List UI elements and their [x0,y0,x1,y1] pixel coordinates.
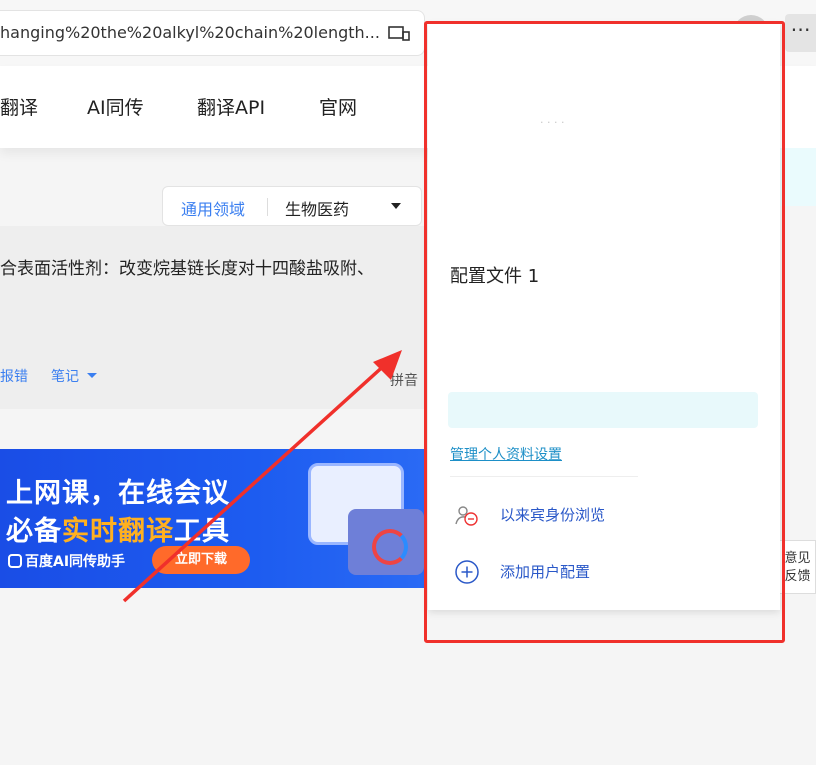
feedback-button[interactable]: 意见 反馈 [779,540,816,594]
url-text: hanging%20the%20alkyl%20chain%20length..… [0,23,380,42]
promo-banner[interactable]: 上网课，在线会议 必备实时翻译工具 百度AI同传助手 立即下载 [0,449,425,588]
panel-faint-text: · · · · [540,116,565,129]
profile-title: 配置文件 1 [450,266,540,287]
sync-button[interactable] [448,392,758,428]
notes-dropdown[interactable]: 笔记 [51,366,79,386]
add-profile-item[interactable]: 添加用户配置 [450,555,750,589]
domain-general[interactable]: 通用领域 [181,196,245,220]
download-button[interactable]: 立即下载 [152,546,250,574]
banner-brand: 百度AI同传助手 [8,551,125,571]
source-text: 合表面活性剂：改变烷基链长度对十四酸盐吸附、 [0,259,374,279]
banner-brand-label: 百度AI同传助手 [25,554,126,570]
add-profile-label: 添加用户配置 [500,563,591,581]
feedback-line1: 意见 [784,551,811,566]
page-edge-decoration [780,148,816,206]
immersive-reader-icon[interactable] [388,25,410,43]
brand-logo-icon [8,554,22,568]
nav-item-translate[interactable]: 翻译 [0,93,38,120]
banner-sub-pre: 必备 [6,516,62,547]
feedback-line2: 反馈 [784,569,811,584]
caret-down-icon[interactable] [87,373,97,378]
profile-flyout: · · · · 配置文件 1 管理个人资料设置 以来宾身份浏览 添加用户配置 [428,24,780,610]
more-menu-icon[interactable]: ⋯ [785,14,816,52]
address-bar[interactable]: hanging%20the%20alkyl%20chain%20length..… [0,10,425,56]
banner-headline: 上网课，在线会议 [6,478,230,509]
panel-divider [450,476,638,477]
domain-selector[interactable]: 通用领域 生物医药 [162,186,422,226]
domain-selected[interactable]: 生物医药 [285,196,349,220]
banner-sub-highlight: 实时翻译 [62,516,174,547]
source-text-area[interactable]: 合表面活性剂：改变烷基链长度对十四酸盐吸附、 报错 笔记 拼音 [0,226,425,409]
nav-item-translate-api[interactable]: 翻译API [197,93,265,120]
manage-profile-link[interactable]: 管理个人资料设置 [450,444,562,464]
pinyin-toggle[interactable]: 拼音 [390,370,418,390]
nav-item-official-site[interactable]: 官网 [319,93,357,120]
banner-sub-post: 工具 [174,516,230,547]
domain-divider [267,198,268,216]
nav-item-ai-interpreting[interactable]: AI同传 [87,93,144,120]
add-icon [455,560,479,584]
chevron-down-icon[interactable] [391,203,401,209]
guest-icon [455,506,478,526]
report-error-link[interactable]: 报错 [0,366,28,386]
sync-illustration-icon [372,529,408,565]
browse-as-guest-label: 以来宾身份浏览 [500,506,606,524]
browse-as-guest-item[interactable]: 以来宾身份浏览 [450,498,750,532]
banner-subheadline: 必备实时翻译工具 [6,509,230,548]
